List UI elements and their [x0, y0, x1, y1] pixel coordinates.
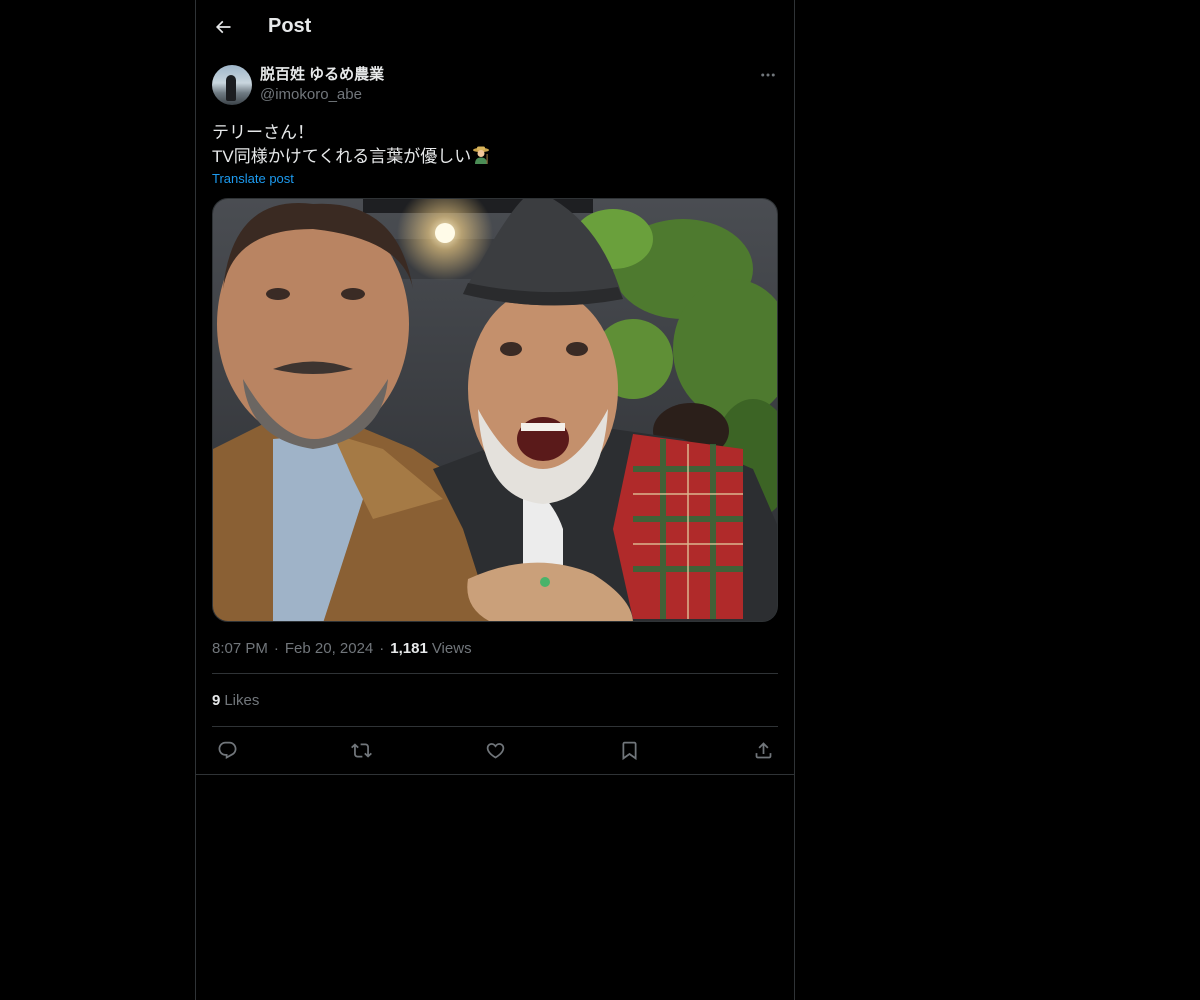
bookmark-icon — [622, 741, 636, 761]
back-arrow-icon — [215, 20, 231, 33]
meta-separator: · — [379, 640, 385, 657]
author-handle[interactable]: @imokoro_abe — [260, 85, 384, 105]
post-text-line-1: テリーさん！ — [212, 123, 314, 142]
share-icon — [755, 742, 771, 759]
post-text: テリーさん！ TV同様かけてくれる言葉が優しい — [212, 121, 778, 169]
repost-button[interactable] — [350, 740, 372, 762]
post-time[interactable]: 8:07 PM — [212, 640, 268, 657]
more-button[interactable] — [758, 65, 778, 85]
page-title: Post — [268, 15, 312, 37]
divider — [196, 774, 794, 775]
post-meta: 8:07 PM · Feb 20, 2024 · 1,181 Views — [212, 640, 778, 674]
share-button[interactable] — [752, 740, 774, 762]
translate-post-link[interactable]: Translate post — [212, 171, 294, 186]
more-icon — [761, 73, 775, 77]
farmer-emoji — [473, 146, 490, 164]
author-names: 脱百姓 ゆるめ農業 @imokoro_abe — [260, 65, 384, 105]
reply-button[interactable] — [216, 740, 238, 762]
views-count: 1,181 — [390, 640, 428, 657]
back-button[interactable] — [212, 16, 234, 38]
reply-icon — [218, 741, 236, 759]
views-label: Views — [431, 640, 472, 657]
avatar[interactable] — [212, 65, 252, 105]
photo-image — [213, 199, 777, 621]
action-bar — [212, 727, 778, 774]
bookmark-button[interactable] — [618, 740, 640, 762]
primary-column: Post 脱百姓 ゆるめ農業 @imokoro_abe テリーさん！ TV同様か… — [195, 0, 795, 1000]
post-text-line-2: TV同様かけてくれる言葉が優しい — [212, 147, 472, 166]
likes-label: Likes — [224, 691, 260, 709]
likes-row[interactable]: 9 Likes — [212, 674, 778, 727]
repost-icon — [350, 743, 372, 758]
top-bar: Post — [196, 0, 794, 53]
like-button[interactable] — [484, 740, 506, 762]
post-date[interactable]: Feb 20, 2024 — [285, 640, 373, 657]
author-row: 脱百姓 ゆるめ農業 @imokoro_abe — [212, 65, 778, 105]
post-photo[interactable] — [212, 198, 778, 622]
meta-separator: · — [273, 640, 279, 657]
heart-icon — [486, 743, 504, 759]
author-display-name[interactable]: 脱百姓 ゆるめ農業 — [260, 65, 384, 85]
likes-count: 9 — [212, 691, 221, 709]
post-article: 脱百姓 ゆるめ農業 @imokoro_abe テリーさん！ TV同様かけてくれる… — [196, 65, 794, 774]
